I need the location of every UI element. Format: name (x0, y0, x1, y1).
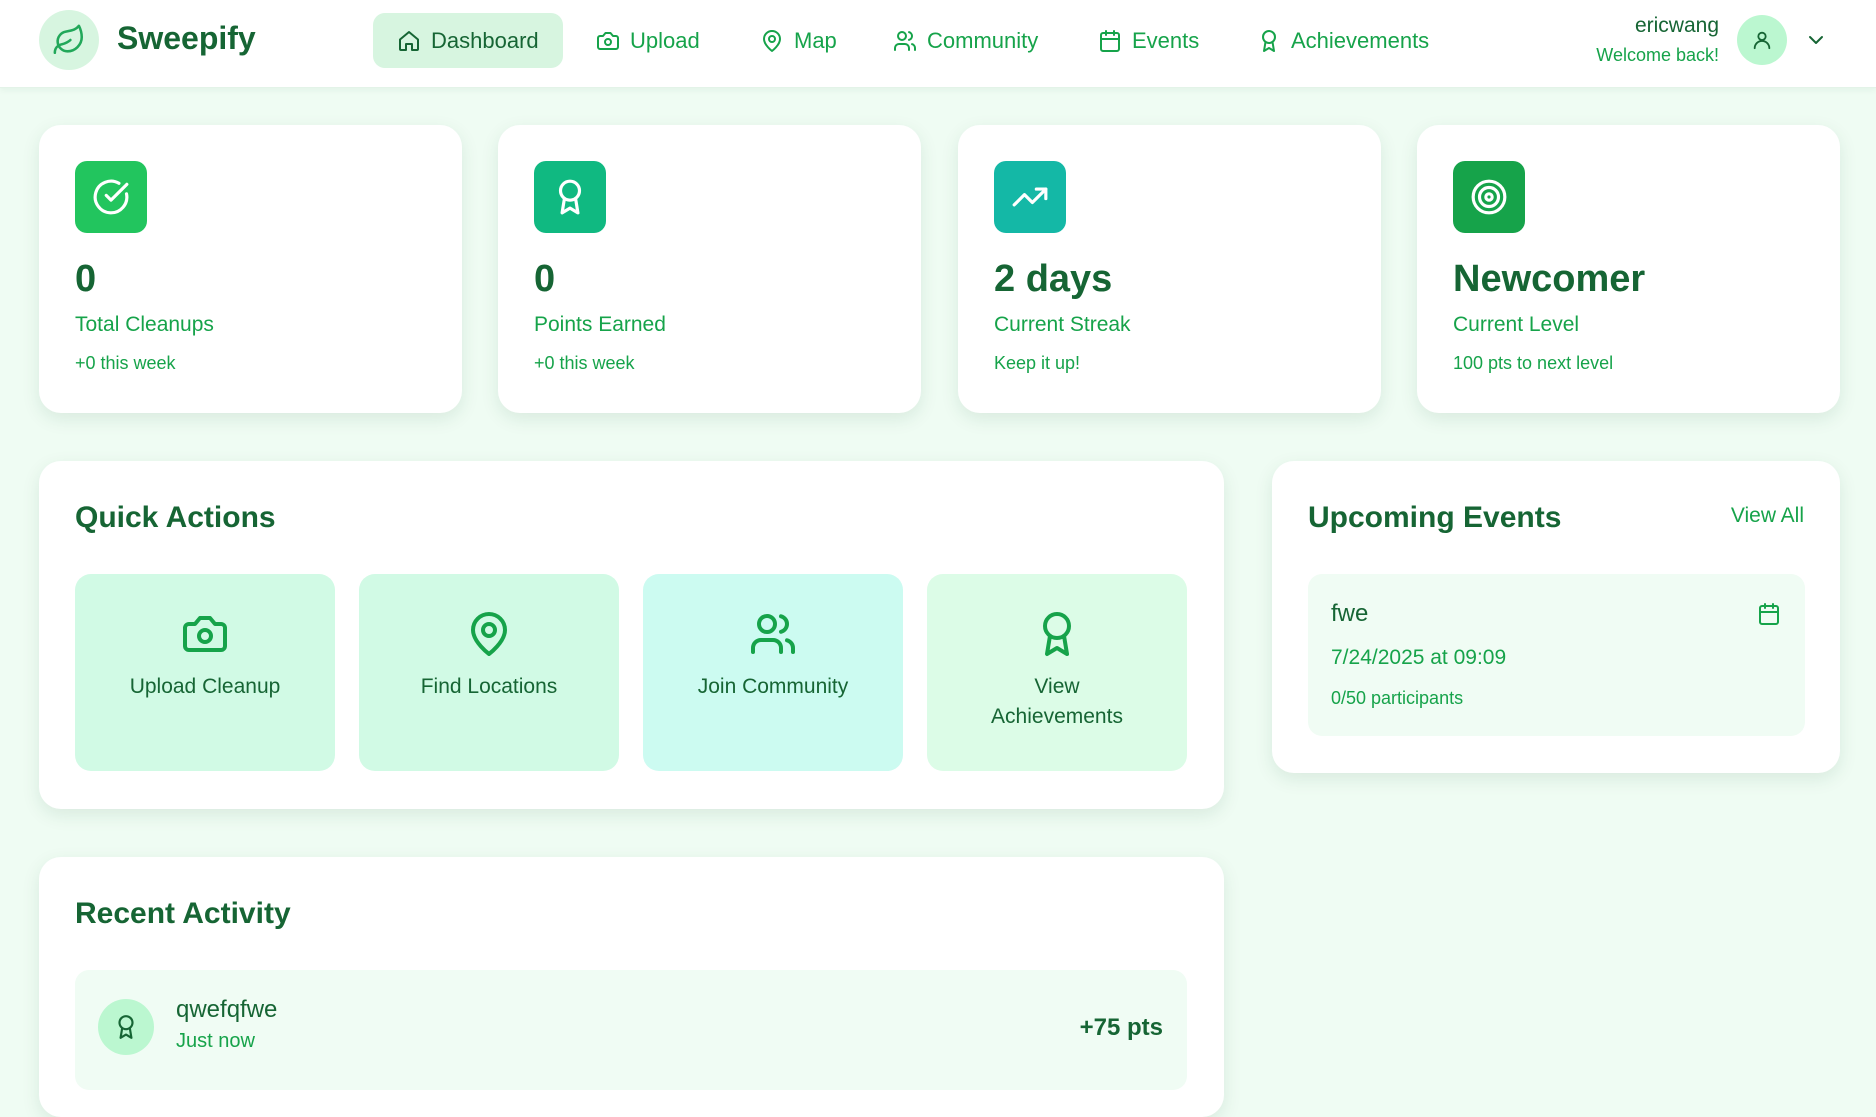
stat-subtext: +0 this week (75, 353, 176, 373)
welcome-text: Welcome back! (1596, 45, 1719, 65)
stat-label: Current Streak (994, 313, 1131, 336)
award-icon (558, 179, 582, 215)
nav-events[interactable]: Events (1074, 13, 1223, 68)
trending-up-icon (1012, 187, 1048, 207)
stat-icon-bg (1453, 161, 1525, 233)
user-icon (1753, 31, 1771, 50)
activity-avatar (98, 999, 154, 1055)
quick-action-label: Find Locations (420, 675, 558, 698)
quick-actions-title: Quick Actions (75, 501, 276, 534)
quick-action-label: View Achievements (991, 675, 1123, 728)
stat-label: Current Level (1453, 313, 1580, 336)
stat-value: 0 (534, 258, 556, 300)
stat-label: Points Earned (534, 313, 666, 336)
calendar-icon (1100, 29, 1120, 52)
nav-map[interactable]: Map (736, 13, 861, 68)
stat-value: 2 days (994, 258, 1113, 300)
award-icon (1262, 29, 1276, 52)
upcoming-events-title: Upcoming Events (1308, 501, 1562, 534)
users-icon (894, 30, 916, 51)
award-icon (118, 1015, 134, 1039)
camera-icon (597, 31, 619, 50)
quick-action-view-achievements[interactable]: View Achievements (927, 574, 1187, 771)
target-icon (1471, 179, 1507, 215)
logo[interactable] (39, 10, 99, 70)
users-icon (751, 614, 795, 654)
nav-events-label: Events (1132, 27, 1200, 53)
home-icon (399, 30, 419, 51)
quick-actions-card: Quick Actions Upload Cleanup Find Locati… (39, 461, 1224, 809)
chevron-down-icon[interactable] (1804, 28, 1828, 52)
event-title: fwe (1331, 600, 1369, 627)
stat-subtext: +0 this week (534, 353, 635, 373)
stat-card-points: 0 Points Earned +0 this week (498, 125, 921, 413)
map-pin-icon (763, 29, 781, 52)
calendar-icon (1759, 603, 1779, 625)
map-pin-icon (471, 612, 507, 656)
event-participants: 0/50 participants (1331, 688, 1464, 708)
stat-card-streak: 2 days Current Streak Keep it up! (958, 125, 1381, 413)
camera-icon (183, 616, 227, 652)
nav-community[interactable]: Community (869, 13, 1062, 68)
nav-achievements-label: Achievements (1291, 27, 1430, 53)
recent-activity-title: Recent Activity (75, 897, 291, 930)
brand-name: Sweepify (117, 20, 256, 56)
nav-achievements[interactable]: Achievements (1233, 13, 1453, 68)
user-avatar[interactable] (1737, 15, 1787, 65)
quick-action-upload-cleanup[interactable]: Upload Cleanup (75, 574, 335, 771)
leaf-icon (53, 24, 84, 55)
view-all-link[interactable]: View All (1731, 504, 1804, 528)
activity-time: Just now (176, 1030, 255, 1052)
nav-map-label: Map (794, 27, 837, 53)
nav-dashboard-label: Dashboard (431, 27, 539, 53)
top-header: Sweepify Dashboard Upload Map Community … (0, 0, 1876, 88)
activity-item: qwefqfwe Just now +75 pts (75, 970, 1187, 1090)
nav-upload[interactable]: Upload (572, 13, 724, 68)
stat-value: Newcomer (1453, 258, 1646, 300)
quick-action-label: Join Community (697, 675, 849, 698)
quick-action-label: Upload Cleanup (129, 675, 281, 698)
stat-card-level: Newcomer Current Level 100 pts to next l… (1417, 125, 1840, 413)
stat-subtext: 100 pts to next level (1453, 353, 1614, 373)
award-icon (1043, 612, 1071, 656)
stat-label: Total Cleanups (75, 313, 214, 336)
recent-activity-card: Recent Activity qwefqfwe Just now +75 pt… (39, 857, 1224, 1117)
activity-title: qwefqfwe (176, 996, 278, 1023)
quick-action-find-locations[interactable]: Find Locations (359, 574, 619, 771)
event-item[interactable]: fwe 7/24/2025 at 09:09 0/50 participants (1308, 574, 1805, 736)
stat-card-cleanups: 0 Total Cleanups +0 this week (39, 125, 462, 413)
nav-community-label: Community (927, 27, 1039, 53)
stat-icon-bg (994, 161, 1066, 233)
stat-value: 0 (75, 258, 97, 300)
check-circle-icon (93, 179, 129, 215)
nav-dashboard[interactable]: Dashboard (373, 13, 563, 68)
event-date: 7/24/2025 at 09:09 (1331, 646, 1507, 669)
upcoming-events-card: Upcoming Events View All fwe 7/24/2025 a… (1272, 461, 1840, 773)
stat-subtext: Keep it up! (994, 353, 1081, 373)
nav-upload-label: Upload (630, 27, 700, 53)
activity-points: +75 pts (1079, 1014, 1163, 1041)
quick-action-join-community[interactable]: Join Community (643, 574, 903, 771)
stat-icon-bg (534, 161, 606, 233)
stat-icon-bg (75, 161, 147, 233)
user-name: ericwang (1634, 14, 1719, 37)
